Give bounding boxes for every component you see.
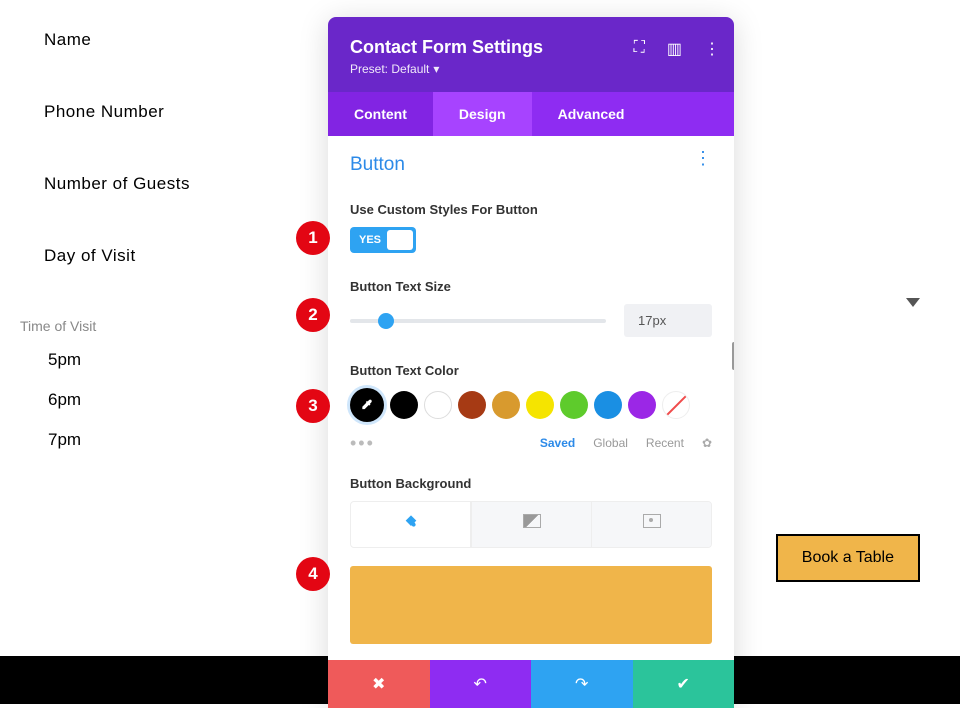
time-6pm[interactable]: 6pm — [48, 390, 280, 410]
time-label: Time of Visit — [20, 318, 280, 334]
cancel-button[interactable]: ✖ — [328, 660, 430, 708]
bg-tab-fill[interactable] — [351, 502, 471, 547]
swatch-black[interactable] — [390, 391, 418, 419]
swatch-brick[interactable] — [458, 391, 486, 419]
modal-footer: ✖ ↶ ↷ ✔ — [328, 660, 734, 708]
layout-icon[interactable]: ▥ — [667, 39, 682, 59]
chevron-down-icon[interactable] — [906, 298, 920, 307]
modal-body: Button ⋮ Use Custom Styles For Button YE… — [328, 136, 734, 644]
text-size-slider[interactable] — [350, 319, 606, 323]
section-title[interactable]: Button — [350, 154, 712, 176]
toggle-value: YES — [353, 230, 387, 250]
callout-4: 4 — [296, 557, 330, 591]
callout-1: 1 — [296, 221, 330, 255]
bg-color-preview[interactable] — [350, 566, 712, 644]
undo-button[interactable]: ↶ — [430, 660, 532, 708]
redo-icon: ↷ — [575, 676, 588, 693]
gradient-icon — [523, 514, 541, 528]
callout-2: 2 — [296, 298, 330, 332]
undo-icon: ↶ — [474, 676, 487, 693]
background-form: Name Phone Number Number of Guests Day o… — [10, 30, 280, 470]
chevron-down-icon: ▾ — [433, 62, 439, 76]
swatch-white[interactable] — [424, 391, 452, 419]
kebab-icon[interactable]: ⋮ — [704, 39, 720, 59]
expand-icon[interactable]: ⛶ — [634, 39, 645, 59]
check-icon: ✔ — [677, 676, 690, 693]
close-icon: ✖ — [372, 676, 385, 693]
swatch-none[interactable] — [662, 391, 690, 419]
swatch-blue[interactable] — [594, 391, 622, 419]
bg-type-tabs — [350, 501, 712, 548]
scrollbar-thumb[interactable] — [732, 342, 734, 370]
field-name[interactable]: Name — [44, 30, 280, 50]
color-swatches — [350, 388, 712, 422]
settings-modal: Contact Form Settings Preset: Default▾ ⛶… — [328, 17, 734, 708]
callout-3: 3 — [296, 389, 330, 423]
gear-icon[interactable]: ✿ — [702, 436, 712, 450]
custom-styles-label: Use Custom Styles For Button — [350, 202, 712, 217]
tab-content[interactable]: Content — [328, 92, 433, 136]
text-color-label: Button Text Color — [350, 363, 712, 378]
bg-label: Button Background — [350, 476, 712, 491]
modal-header: Contact Form Settings Preset: Default▾ ⛶… — [328, 17, 734, 92]
field-phone[interactable]: Phone Number — [44, 102, 280, 122]
swatch-green[interactable] — [560, 391, 588, 419]
color-tab-global[interactable]: Global — [593, 436, 628, 450]
toggle-knob — [387, 230, 413, 250]
field-guests[interactable]: Number of Guests — [44, 174, 280, 194]
modal-tabs: Content Design Advanced — [328, 92, 734, 136]
image-icon — [643, 514, 661, 528]
tab-design[interactable]: Design — [433, 92, 532, 136]
field-day[interactable]: Day of Visit — [44, 246, 280, 266]
paint-bucket-icon — [403, 514, 419, 530]
eyedropper-swatch[interactable] — [350, 388, 384, 422]
text-size-label: Button Text Size — [350, 279, 712, 294]
color-tab-saved[interactable]: Saved — [540, 436, 575, 450]
text-size-value[interactable]: 17px — [624, 304, 712, 337]
eyedropper-icon — [360, 398, 374, 412]
tab-advanced[interactable]: Advanced — [532, 92, 651, 136]
slider-thumb[interactable] — [378, 313, 394, 329]
bg-tab-image[interactable] — [591, 502, 711, 547]
swatch-ochre[interactable] — [492, 391, 520, 419]
swatch-purple[interactable] — [628, 391, 656, 419]
book-table-button[interactable]: Book a Table — [776, 534, 920, 582]
bg-tab-gradient[interactable] — [471, 502, 591, 547]
preset-dropdown[interactable]: Preset: Default▾ — [350, 62, 439, 76]
color-tab-recent[interactable]: Recent — [646, 436, 684, 450]
confirm-button[interactable]: ✔ — [633, 660, 735, 708]
time-7pm[interactable]: 7pm — [48, 430, 280, 450]
time-5pm[interactable]: 5pm — [48, 350, 280, 370]
custom-styles-toggle[interactable]: YES — [350, 227, 416, 253]
redo-button[interactable]: ↷ — [531, 660, 633, 708]
swatch-yellow[interactable] — [526, 391, 554, 419]
